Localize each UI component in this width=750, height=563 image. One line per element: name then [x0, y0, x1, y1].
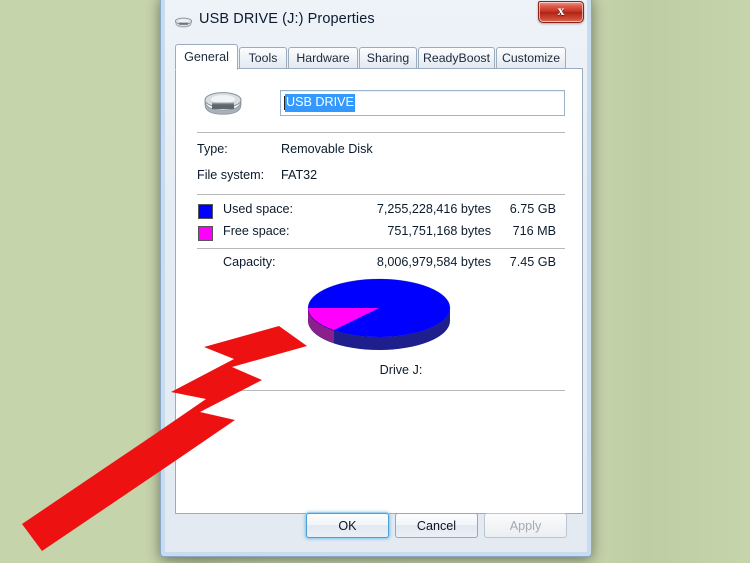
used-space-bytes: 7,255,228,416 bytes: [376, 202, 491, 216]
tab-label: ReadyBoost: [423, 51, 490, 65]
divider-middle: [197, 194, 565, 195]
tab-label: General: [184, 50, 229, 64]
capacity-human: 7.45 GB: [509, 255, 556, 269]
tab-panel-general: USB DRIVE Type: Removable Disk File syst…: [175, 68, 583, 514]
properties-window: USB DRIVE (J:) Properties x General Tool…: [160, 0, 592, 557]
cancel-button-label: Cancel: [416, 518, 457, 533]
tab-label: Hardware: [296, 51, 350, 65]
capacity-row: Capacity: 8,006,979,584 bytes 7.45 GB: [176, 255, 582, 276]
filesystem-value: FAT32: [281, 168, 318, 182]
volume-name-value: USB DRIVE: [285, 93, 355, 113]
capacity-label: Capacity:: [223, 255, 276, 269]
apply-button-label: Apply: [509, 518, 542, 533]
screen: USB DRIVE (J:) Properties x General Tool…: [0, 0, 750, 563]
tab-sharing[interactable]: Sharing: [359, 47, 417, 69]
volume-name-input[interactable]: USB DRIVE: [280, 90, 565, 116]
close-button[interactable]: x: [538, 1, 584, 23]
tab-readyboost[interactable]: ReadyBoost: [418, 47, 495, 69]
divider-top: [197, 132, 565, 133]
ok-button[interactable]: OK: [306, 513, 389, 538]
apply-button: Apply: [484, 513, 567, 538]
used-space-label: Used space:: [223, 202, 294, 216]
title-bar[interactable]: USB DRIVE (J:) Properties x: [165, 0, 587, 36]
drive-caption: Drive J:: [176, 363, 582, 377]
capacity-bytes: 8,006,979,584 bytes: [376, 255, 491, 269]
tab-label: Tools: [248, 51, 278, 65]
type-label: Type:: [197, 142, 228, 156]
divider-capacity: [197, 248, 565, 249]
tab-tools[interactable]: Tools: [239, 47, 287, 69]
volume-name-row: USB DRIVE: [176, 85, 582, 127]
removable-drive-icon: [174, 16, 193, 28]
dialog-button-bar: OK Cancel Apply: [165, 513, 587, 543]
close-icon: x: [557, 4, 565, 19]
drive-caption-label: Drive J:: [379, 363, 423, 377]
free-space-label: Free space:: [223, 224, 290, 238]
window-inner: USB DRIVE (J:) Properties x General Tool…: [161, 0, 591, 556]
tab-general[interactable]: General: [175, 44, 238, 70]
disk-usage-pie-chart: [304, 275, 454, 353]
used-space-color-swatch: [198, 204, 213, 219]
free-space-bytes: 751,751,168 bytes: [387, 224, 491, 238]
type-value: Removable Disk: [281, 142, 373, 156]
free-space-color-swatch: [198, 226, 213, 241]
window-title: USB DRIVE (J:) Properties: [199, 11, 375, 27]
filesystem-row: File system: FAT32: [176, 168, 582, 188]
tab-strip: General Tools Hardware Sharing ReadyBoos…: [175, 44, 583, 70]
used-space-human: 6.75 GB: [509, 202, 556, 216]
ok-button-label: OK: [338, 518, 357, 533]
tab-hardware[interactable]: Hardware: [288, 47, 358, 69]
free-space-human: 716 MB: [512, 224, 556, 238]
filesystem-label: File system:: [197, 168, 265, 182]
tab-label: Sharing: [366, 51, 410, 65]
type-row: Type: Removable Disk: [176, 142, 582, 162]
removable-drive-large-icon: [202, 89, 244, 123]
tab-label: Customize: [501, 51, 561, 65]
used-space-row: Used space: 7,255,228,416 bytes 6.75 GB: [176, 202, 582, 223]
free-space-row: Free space: 751,751,168 bytes 716 MB: [176, 224, 582, 245]
cancel-button[interactable]: Cancel: [395, 513, 478, 538]
tab-customize[interactable]: Customize: [496, 47, 566, 69]
divider-bottom: [197, 390, 565, 391]
